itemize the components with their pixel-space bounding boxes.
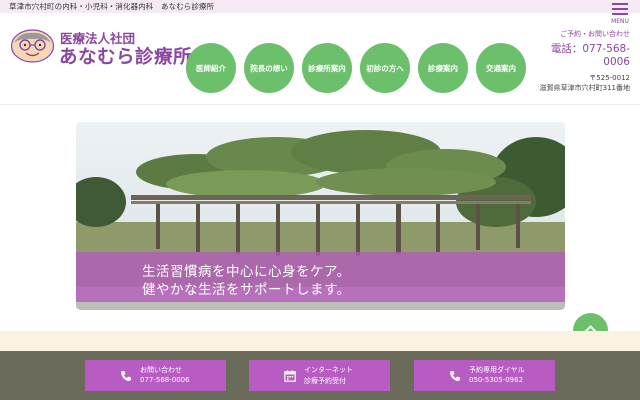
hero-banner: 生活習慣病を中心に心身をケア。 健やかな生活をサポートします。 <box>76 122 565 310</box>
section-divider <box>0 331 640 351</box>
reservation-dial-label: 予約専用ダイヤル <box>469 366 525 374</box>
contact-phone[interactable]: 電話：077-568- <box>551 41 630 56</box>
top-strip-text: 草津市穴村町の内科・小児科・消化器内科 あなむら診療所 <box>9 2 215 11</box>
online-reservation-button[interactable]: インターネット 診療予約受付 <box>249 360 390 391</box>
hero-caption: 生活習慣病を中心に心身をケア。 健やかな生活をサポートします。 <box>76 252 565 302</box>
contact-button-number: 077-568-0006 <box>140 376 190 384</box>
hero-caption-line-2: 健やかな生活をサポートします。 <box>142 282 351 298</box>
top-strip: 草津市穴村町の内科・小児科・消化器内科 あなむら診療所 <box>0 0 640 13</box>
nav-clinic-info[interactable]: 診療所案内 <box>302 43 352 93</box>
clinic-name[interactable]: あなむら診療所 <box>59 43 192 69</box>
contact-phone-end[interactable]: 0006 <box>551 56 630 68</box>
page: 草津市穴村町の内科・小児科・消化器内科 あなむら診療所 医療法人社団 あなむら診… <box>0 0 640 400</box>
postal-code: 〒525-0012 <box>589 74 630 82</box>
nav-doctor-profile[interactable]: 医師紹介 <box>186 43 236 93</box>
footer-action-bar: お問い合わせ 077-568-0006 インターネット 診療予約受付 予約専用ダ… <box>0 351 640 400</box>
phone-icon <box>121 371 131 381</box>
nav-access[interactable]: 交通案内 <box>476 43 526 93</box>
menu-label: MENU <box>611 18 629 25</box>
address: 滋賀県草津市穴村町311番地 <box>539 84 630 92</box>
phone-icon <box>450 371 460 381</box>
nav-medical-services[interactable]: 診療案内 <box>418 43 468 93</box>
hero-caption-line-1: 生活習慣病を中心に心身をケア。 <box>142 264 351 280</box>
online-reservation-label: インターネット <box>304 366 353 374</box>
site-header: 医療法人社団 あなむら診療所 医師紹介 院長の想い 診療所案内 初診の方へ 診療… <box>0 13 640 105</box>
reservation-dial-number: 050-5305-0962 <box>469 376 524 384</box>
address-block: 〒525-0012 滋賀県草津市穴村町311番地 <box>540 73 630 93</box>
online-reservation-sublabel: 診療予約受付 <box>304 377 346 385</box>
nav-first-visit[interactable]: 初診の方へ <box>360 43 410 93</box>
calendar-icon <box>284 370 296 382</box>
doctor-logo-icon[interactable] <box>10 29 55 63</box>
hamburger-icon <box>610 0 630 15</box>
contact-block: ご予約・お問い合わせ 電話：077-568- 0006 <box>551 29 630 68</box>
contact-phone-button[interactable]: お問い合わせ 077-568-0006 <box>85 360 226 391</box>
reservation-dial-button[interactable]: 予約専用ダイヤル 050-5305-0962 <box>414 360 555 391</box>
contact-caption: ご予約・お問い合わせ <box>560 30 630 38</box>
contact-button-label: お問い合わせ <box>140 366 182 374</box>
nav-director-message[interactable]: 院長の想い <box>244 43 294 93</box>
menu-button[interactable]: MENU <box>610 0 630 25</box>
